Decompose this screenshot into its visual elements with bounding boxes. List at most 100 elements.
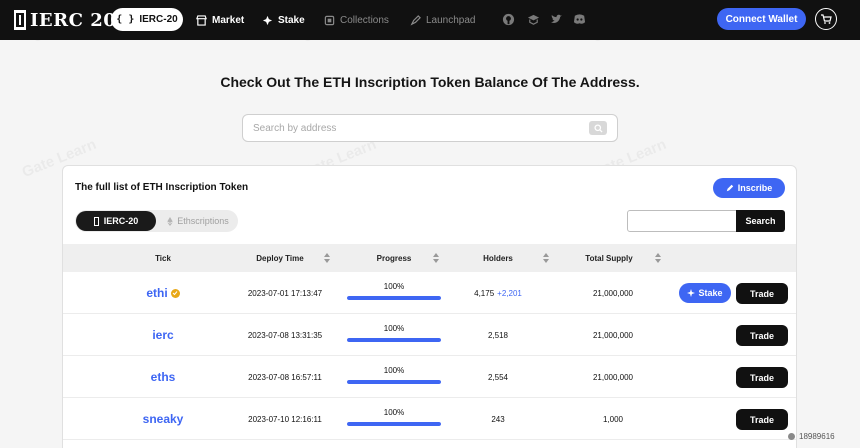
collections-icon [324,15,335,25]
nav-collections[interactable]: Collections [324,12,389,28]
rocket-icon [410,14,421,25]
badge-id: 18989616 [799,431,835,441]
token-search [627,210,737,232]
column-deploy-time[interactable]: Deploy Time [233,244,327,272]
logo[interactable]: IERC 20 [14,9,116,31]
trade-button[interactable]: Trade [736,325,788,346]
progress-value: 100% [383,282,405,291]
twitter-icon[interactable] [550,13,563,26]
progress-bar [347,296,441,300]
address-search [242,114,618,142]
top-nav: IERC 20 { } IERC-20 Market Stake Collect… [0,0,860,40]
holders-cell: 4,175 +2,201 [453,272,543,314]
holders-count: 4,175 [474,288,495,298]
tick-cell[interactable]: eths [103,356,223,398]
holders-delta: +2,201 [497,288,522,298]
verified-icon [170,288,180,298]
progress-bar [347,380,441,384]
pen-icon [726,184,733,192]
badge-dot-icon [788,432,795,440]
tab-ethscriptions[interactable]: Ethscriptions [159,211,237,231]
sort-icon[interactable] [543,253,549,263]
progress-value: 100% [383,324,405,333]
nav-market[interactable]: Market [196,12,244,28]
logo-icon [14,10,26,30]
tab-ierc20[interactable]: IERC-20 [76,211,156,231]
connect-wallet-button[interactable]: Connect Wallet [717,8,806,30]
ierc-icon [93,216,99,226]
progress-fill [347,296,441,300]
ethereum-icon [167,216,173,226]
deploy-time: 2023-07-01 17:13:47 [247,288,323,298]
stake-label: Stake [698,288,723,298]
token-list-card: The full list of ETH Inscription Token I… [62,165,797,448]
cart-button[interactable] [815,8,837,30]
progress-value: 100% [383,408,405,417]
token-search-button[interactable]: Search [736,210,785,232]
column-total-supply[interactable]: Total Supply [563,244,655,272]
card-title: The full list of ETH Inscription Token [75,182,249,193]
holders-count: 2,518 [487,330,509,340]
tick-name: eths [150,370,176,384]
tick-cell[interactable]: ethi [103,272,223,314]
total-supply: 21,000,000 [592,372,634,382]
progress-fill [347,338,441,342]
tick-name: sneaky [142,412,184,426]
table-row[interactable]: eths 2023-07-08 16:57:11 100% 2,554 21,0… [63,356,796,398]
nav-launchpad[interactable]: Launchpad [410,12,476,28]
trade-button[interactable]: Trade [736,367,788,388]
total-supply: 21,000,000 [592,288,634,298]
docs-icon[interactable] [527,13,540,26]
nav-tab-label: IERC-20 [139,14,178,25]
trade-button[interactable]: Trade [736,283,788,304]
tick-name: ierc [152,328,174,342]
github-icon[interactable] [502,13,515,26]
progress-fill [347,380,441,384]
stake-icon [687,289,696,297]
sort-icon[interactable] [433,253,439,263]
progress-fill [347,422,441,426]
tab-ierc20-label: IERC-20 [103,216,139,226]
stake-button[interactable]: Stake [679,283,731,303]
table-row[interactable]: ierc 2023-07-08 13:31:35 100% 2,518 21,0… [63,314,796,356]
holders-count: 243 [491,414,505,424]
column-progress[interactable]: Progress [347,244,441,272]
inscribe-label: Inscribe [737,183,773,193]
column-holders[interactable]: Holders [453,244,543,272]
cart-icon [821,14,832,24]
token-search-input[interactable] [628,211,736,231]
progress-bar [347,422,441,426]
search-icon [593,123,603,133]
nav-collections-label: Collections [340,14,389,26]
id-badge: 18989616 [788,430,835,442]
total-supply: 21,000,000 [592,330,634,340]
tab-ethscriptions-label: Ethscriptions [177,216,229,226]
tick-cell[interactable]: ierc [103,314,223,356]
address-search-input[interactable] [253,120,573,136]
nav-stake[interactable]: Stake [262,12,305,28]
protocol-toggle: IERC-20 Ethscriptions [75,210,238,232]
address-search-button[interactable] [589,121,607,135]
tick-cell[interactable]: sneaky [103,398,223,440]
logo-text: IERC 20 [30,9,117,31]
tick-name: ethi [146,286,168,300]
deploy-time: 2023-07-10 12:16:11 [248,414,322,424]
nav-launchpad-label: Launchpad [426,14,476,26]
nav-stake-label: Stake [278,14,305,26]
stake-icon [262,15,273,25]
column-tick: Tick [155,253,171,263]
trade-button[interactable]: Trade [736,409,788,430]
progress-value: 100% [383,366,405,375]
sort-icon[interactable] [324,253,330,263]
table-row[interactable]: ethi 2023-07-01 17:13:47 100% 4,175 +2,2… [63,272,796,314]
inscribe-button[interactable]: Inscribe [713,178,785,198]
table-row[interactable]: sneaky 2023-07-10 12:16:11 100% 243 1,00… [63,398,796,440]
nav-market-label: Market [212,14,245,26]
deploy-time: 2023-07-08 16:57:11 [248,372,322,382]
table-header: Tick Deploy Time Progress Holders Total … [63,244,796,272]
page-headline: Check Out The ETH Inscription Token Bala… [220,74,640,90]
nav-tab-ierc20[interactable]: { } IERC-20 [111,8,183,31]
sort-icon[interactable] [655,253,661,263]
discord-icon[interactable] [573,13,586,26]
braces-icon: { } [116,14,135,25]
